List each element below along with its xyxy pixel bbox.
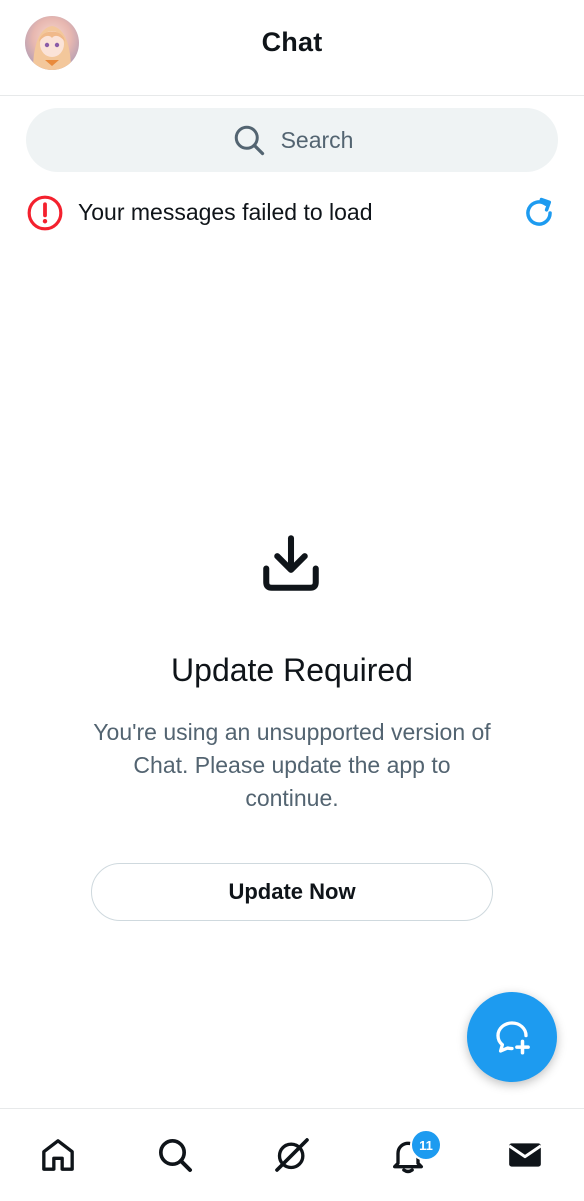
search-placeholder: Search <box>280 126 354 153</box>
error-message: Your messages failed to load <box>78 199 373 225</box>
new-message-button[interactable] <box>467 992 557 1082</box>
nav-home[interactable] <box>38 1135 78 1175</box>
top-bar: Chat <box>0 0 584 96</box>
nav-search[interactable] <box>155 1135 195 1175</box>
envelope-icon <box>508 1143 542 1167</box>
grok-icon <box>275 1138 309 1172</box>
refresh-icon[interactable] <box>520 194 558 232</box>
error-icon <box>27 195 63 231</box>
home-icon <box>42 1139 74 1171</box>
search-icon <box>234 125 264 156</box>
download-icon <box>263 535 319 591</box>
update-title: Update Required <box>171 652 413 688</box>
page-title: Chat <box>261 27 323 57</box>
nav-messages[interactable] <box>505 1135 545 1175</box>
compose-message-icon <box>496 1021 530 1055</box>
update-now-button[interactable]: Update Now <box>91 863 493 921</box>
notifications-badge: 11 <box>410 1129 442 1161</box>
bottom-navigation: 11 <box>0 1108 584 1201</box>
search-icon <box>159 1139 192 1172</box>
update-description: You're using an unsupported version of C… <box>93 719 491 811</box>
search-input[interactable]: Search <box>26 108 558 172</box>
error-banner: Your messages failed to load <box>26 190 558 234</box>
nav-grok[interactable] <box>272 1135 312 1175</box>
